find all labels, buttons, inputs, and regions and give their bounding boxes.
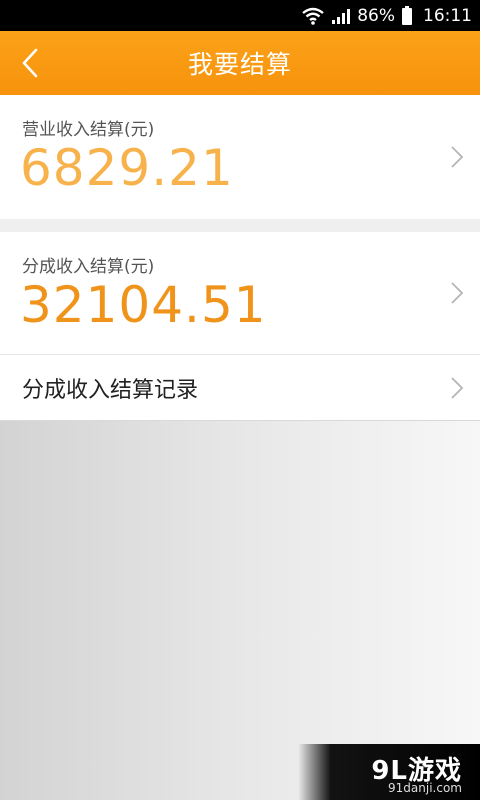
share-income-amount: 32104.51 bbox=[20, 276, 267, 334]
business-income-label: 营业收入结算(元) bbox=[22, 120, 155, 140]
share-income-settlement-row[interactable]: 分成收入结算(元) 32104.51 bbox=[0, 232, 480, 354]
share-income-records-row[interactable]: 分成收入结算记录 bbox=[0, 355, 480, 421]
page-title: 我要结算 bbox=[187, 50, 292, 79]
chevron-right-icon bbox=[451, 377, 464, 399]
business-income-settlement-row[interactable]: 营业收入结算(元) 6829.21 bbox=[0, 95, 480, 220]
back-button[interactable] bbox=[0, 31, 60, 95]
chevron-left-icon bbox=[22, 48, 38, 78]
watermark-url: 91danji.com bbox=[388, 781, 462, 795]
chevron-right-icon bbox=[451, 282, 464, 304]
signal-icon bbox=[331, 7, 351, 25]
section-gap bbox=[0, 219, 480, 232]
app-header: 我要结算 bbox=[0, 31, 480, 95]
battery-icon bbox=[401, 5, 413, 26]
status-bar: 86% 16:11 bbox=[0, 0, 480, 31]
share-income-records-label: 分成收入结算记录 bbox=[22, 378, 199, 403]
wifi-icon bbox=[301, 6, 325, 26]
business-income-amount: 6829.21 bbox=[20, 139, 234, 197]
share-income-label: 分成收入结算(元) bbox=[22, 257, 155, 277]
clock: 16:11 bbox=[423, 5, 472, 26]
battery-percent: 86% bbox=[357, 5, 395, 26]
watermark: 9L游戏 91danji.com bbox=[298, 744, 480, 800]
chevron-right-icon bbox=[451, 146, 464, 168]
